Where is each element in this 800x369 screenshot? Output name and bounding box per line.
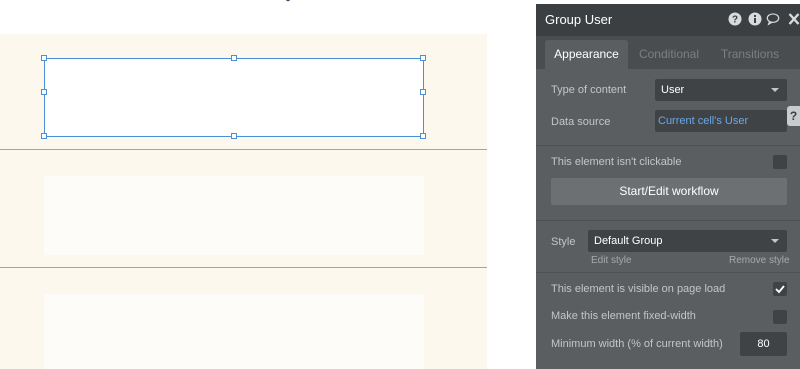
resize-handle-right[interactable] — [420, 89, 426, 95]
data-source-label: Data source — [551, 116, 611, 128]
panel-tabs: Appearance Conditional Transitions — [536, 36, 800, 69]
tab-appearance[interactable]: Appearance — [545, 40, 628, 69]
style-value: Default Group — [594, 235, 663, 247]
data-source-expression[interactable]: Current cell's User — [655, 110, 787, 132]
section-divider — [536, 272, 800, 273]
resize-handle-top-left[interactable] — [41, 55, 47, 61]
property-editor-panel: Group User ? Appearance Conditional Tran… — [536, 4, 800, 369]
style-label: Style — [551, 236, 576, 248]
chevron-down-icon — [771, 239, 779, 243]
svg-text:?: ? — [732, 15, 738, 26]
canvas-header-area — [0, 0, 487, 34]
type-of-content-value: User — [661, 84, 685, 96]
visible-on-load-checkbox[interactable] — [773, 282, 787, 296]
resize-handle-bottom-right[interactable] — [420, 133, 426, 139]
help-circle-icon[interactable]: ? — [728, 12, 742, 26]
help-side-tab[interactable]: ? — [787, 106, 800, 126]
not-clickable-checkbox[interactable] — [773, 155, 787, 169]
resize-handle-top[interactable] — [231, 55, 237, 61]
checkmark-icon — [775, 285, 785, 294]
not-clickable-label: This element isn't clickable — [551, 156, 682, 168]
type-of-content-label: Type of content — [551, 84, 627, 96]
fixed-width-checkbox[interactable] — [773, 310, 787, 324]
tab-conditional[interactable]: Conditional — [633, 40, 705, 69]
start-edit-workflow-button[interactable]: Start/Edit workflow — [551, 178, 787, 205]
selected-group-user[interactable] — [44, 58, 424, 137]
tab-transitions[interactable]: Transitions — [717, 40, 783, 69]
repeated-group-cell[interactable] — [44, 176, 424, 255]
repeating-row-divider — [0, 267, 487, 268]
chevron-down-icon — [771, 88, 779, 92]
resize-handle-left[interactable] — [41, 89, 47, 95]
resize-handle-bottom-left[interactable] — [41, 133, 47, 139]
edit-style-link[interactable]: Edit style — [591, 255, 632, 266]
design-canvas[interactable] — [0, 0, 487, 369]
cropped-heading-glyph — [285, 0, 291, 2]
repeating-row-divider — [0, 149, 487, 150]
panel-title: Group User — [545, 12, 613, 27]
editor-stage: Group User ? Appearance Conditional Tran… — [0, 0, 800, 369]
min-width-input[interactable]: 80 — [740, 332, 787, 356]
section-divider — [536, 145, 800, 146]
type-of-content-select[interactable]: User — [655, 79, 787, 101]
fixed-width-label: Make this element fixed-width — [551, 310, 696, 322]
comment-icon[interactable] — [766, 12, 780, 26]
style-select[interactable]: Default Group — [588, 230, 787, 252]
info-icon[interactable] — [748, 12, 762, 26]
resize-handle-bottom[interactable] — [231, 133, 237, 139]
resize-handle-top-right[interactable] — [420, 55, 426, 61]
remove-style-link[interactable]: Remove style — [729, 255, 790, 266]
visible-on-load-label: This element is visible on page load — [551, 283, 726, 295]
min-width-label: Minimum width (% of current width) — [551, 338, 723, 350]
repeated-group-cell[interactable] — [44, 294, 424, 369]
section-divider — [536, 220, 800, 221]
close-icon[interactable] — [787, 12, 800, 26]
panel-header[interactable]: Group User ? — [536, 4, 800, 36]
